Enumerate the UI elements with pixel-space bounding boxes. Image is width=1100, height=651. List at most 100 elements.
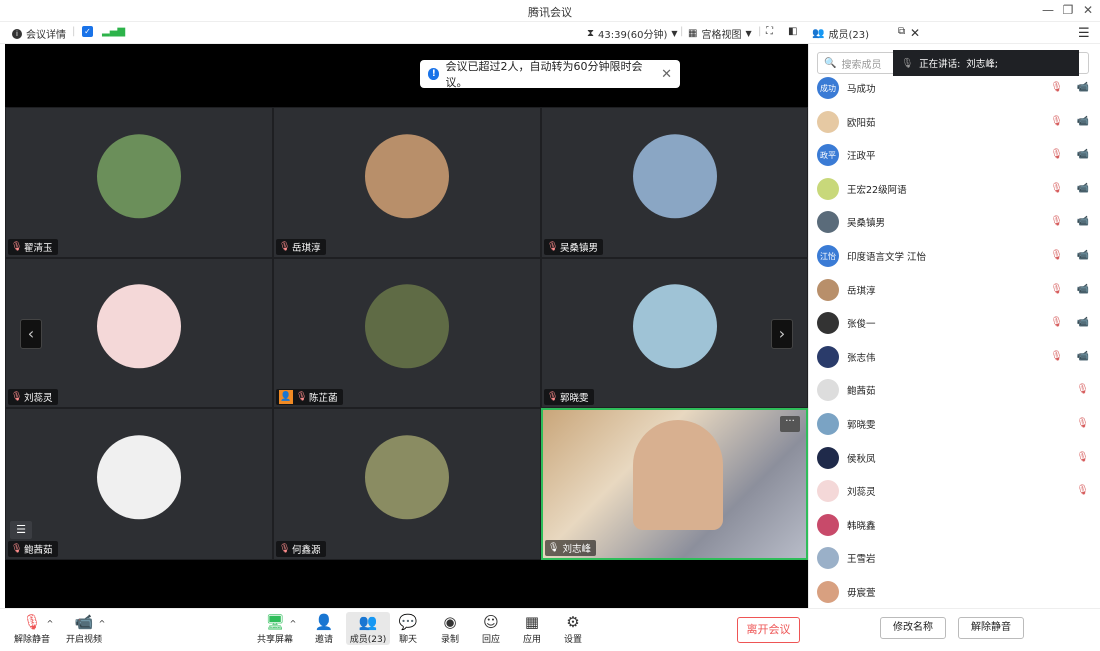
leave-meeting-button[interactable]: 离开会议: [737, 617, 800, 643]
member-name: 马成功: [847, 84, 876, 95]
share-options-chevron-icon[interactable]: ^: [287, 619, 299, 628]
member-avatar: [817, 480, 839, 503]
member-avatar: 政平: [817, 144, 839, 167]
previous-page-arrow[interactable]: ‹: [20, 319, 42, 349]
mic-muted-icon[interactable]: 🎙: [1050, 284, 1063, 295]
panel-toggle-icon[interactable]: ◧: [788, 26, 797, 37]
member-list-item[interactable]: 政平 汪政平 🎙 📹: [817, 140, 1093, 170]
unmute-all-button[interactable]: 解除静音: [958, 617, 1024, 639]
member-list-item[interactable]: 江怡 印度语言文学 江怡 🎙 📹: [817, 241, 1093, 271]
share-screen-button[interactable]: 🖥 共享屏幕: [253, 612, 297, 645]
camera-off-icon[interactable]: 📹: [1077, 149, 1089, 160]
apps-label: 应用: [522, 635, 541, 645]
member-list-item[interactable]: 鲍茜茹 🎙: [817, 375, 1093, 405]
react-button[interactable]: ☺ 回应: [469, 612, 513, 645]
active-speaker-tile[interactable]: ··· 🎙 刘志峰: [541, 408, 808, 560]
close-toast-icon[interactable]: ✕: [661, 67, 672, 82]
participant-avatar: [97, 284, 181, 369]
member-avatar: [817, 110, 839, 133]
member-list-item[interactable]: 刘蕊灵 🎙: [817, 476, 1093, 506]
fullscreen-icon[interactable]: ⛶: [766, 26, 773, 37]
timer-label: 43:39(60分钟): [598, 30, 668, 41]
record-button[interactable]: ◉ 录制: [428, 612, 472, 645]
mic-muted-icon[interactable]: 🎙: [1050, 149, 1063, 160]
apps-button[interactable]: ▦ 应用: [510, 612, 554, 645]
list-icon[interactable]: ☰: [10, 521, 32, 539]
members-panel-footer: 修改名称 解除静音: [808, 608, 1100, 651]
member-list-item[interactable]: 王宏22级阿语 🎙 📹: [817, 174, 1093, 204]
mic-muted-icon[interactable]: 🎙: [1050, 216, 1063, 227]
member-avatar: [817, 513, 839, 536]
security-shield-icon[interactable]: ✓: [82, 26, 93, 37]
video-tile[interactable]: 👤 🎙 陈芷菡: [273, 258, 541, 408]
mic-muted-icon[interactable]: 🎙: [1076, 452, 1089, 463]
menu-icon[interactable]: ☰: [1078, 26, 1090, 41]
video-options-chevron-icon[interactable]: ^: [96, 619, 108, 628]
members-button[interactable]: 👥 成员(23): [346, 612, 390, 645]
video-tile[interactable]: 🎙 吴桑镇男: [541, 107, 808, 258]
start-video-button[interactable]: 📹 开启视频: [62, 612, 106, 645]
camera-off-icon[interactable]: 📹: [1077, 82, 1089, 93]
mic-muted-icon[interactable]: 🎙: [1050, 183, 1063, 194]
member-list-item[interactable]: 张志伟 🎙 📹: [817, 342, 1093, 372]
video-tile[interactable]: 🎙 何鑫源: [273, 408, 541, 560]
audio-options-chevron-icon[interactable]: ^: [44, 619, 56, 628]
camera-off-icon[interactable]: 📹: [1077, 250, 1089, 261]
minimize-icon[interactable]: —: [1038, 3, 1058, 17]
mic-muted-icon[interactable]: 🎙: [1050, 317, 1063, 328]
reaction-icon: ☺: [483, 613, 499, 631]
more-options-icon[interactable]: ···: [780, 416, 800, 432]
settings-button[interactable]: ⚙ 设置: [551, 612, 595, 645]
rename-button[interactable]: 修改名称: [880, 617, 946, 639]
chat-button[interactable]: 💬 聊天: [386, 612, 430, 645]
mic-muted-icon[interactable]: 🎙: [1050, 82, 1063, 93]
member-avatar: [817, 379, 839, 402]
member-list-item[interactable]: 郭晓雯 🎙: [817, 409, 1093, 439]
mic-muted-icon[interactable]: 🎙: [1076, 485, 1089, 496]
member-list-item[interactable]: 毋宸萱: [817, 577, 1093, 607]
next-page-arrow[interactable]: ›: [771, 319, 793, 349]
participant-name: 岳琪淳: [292, 243, 321, 254]
members-tab[interactable]: 👥 成员(23): [812, 26, 869, 41]
mic-muted-icon: 🎙: [11, 242, 23, 252]
member-name: 岳琪淳: [847, 285, 876, 297]
member-avatar: [817, 345, 839, 368]
participant-name: 翟清玉: [24, 243, 53, 254]
video-tile[interactable]: 🎙 郭晓雯: [541, 258, 808, 408]
camera-off-icon[interactable]: 📹: [1077, 351, 1089, 362]
participant-avatar: [365, 284, 449, 369]
video-tile[interactable]: 🎙 翟清玉: [5, 107, 273, 258]
member-list-item[interactable]: 欧阳茹 🎙 📹: [817, 107, 1093, 137]
camera-off-icon[interactable]: 📹: [1077, 284, 1089, 295]
camera-off-icon[interactable]: 📹: [1077, 317, 1089, 328]
member-list-item[interactable]: 成功 马成功 🎙 📹: [817, 73, 1093, 103]
close-panel-icon[interactable]: ✕: [910, 26, 920, 40]
camera-off-icon[interactable]: 📹: [1077, 183, 1089, 194]
mic-muted-icon[interactable]: 🎙: [1050, 116, 1063, 127]
member-list-item[interactable]: 张俊一 🎙 📹: [817, 308, 1093, 338]
video-tile[interactable]: 🎙 刘蕊灵: [5, 258, 273, 408]
view-mode-button[interactable]: ▦ 宫格视图 ▼: [688, 26, 752, 41]
meeting-details-button[interactable]: i 会议详情: [12, 26, 66, 41]
mic-muted-icon[interactable]: 🎙: [1050, 250, 1063, 261]
timer-display[interactable]: ⧗ 43:39(60分钟) ▼: [587, 26, 678, 41]
invite-button[interactable]: 👤 邀请: [302, 612, 346, 645]
popout-icon[interactable]: ⧉: [898, 26, 905, 37]
member-list-item[interactable]: 王雪岩: [817, 543, 1093, 573]
title-bar: 腾讯会议 — ❐ ✕: [0, 0, 1100, 22]
close-icon[interactable]: ✕: [1078, 3, 1098, 17]
video-tile[interactable]: ☰ 🎙 鲍茜茹: [5, 408, 273, 560]
video-tile[interactable]: 🎙 岳琪淳: [273, 107, 541, 258]
member-list-item[interactable]: 吴桑镇男 🎙 📹: [817, 207, 1093, 237]
mic-muted-icon[interactable]: 🎙: [1076, 384, 1089, 395]
member-list-item[interactable]: 侯秋凤 🎙: [817, 443, 1093, 473]
mic-muted-icon[interactable]: 🎙: [1076, 418, 1089, 429]
unmute-button[interactable]: 🎙 解除静音: [10, 612, 54, 645]
member-list-item[interactable]: 岳琪淳 🎙 📹: [817, 275, 1093, 305]
mic-muted-icon[interactable]: 🎙: [1050, 351, 1063, 362]
member-list-item[interactable]: 韩晓鑫: [817, 510, 1093, 540]
restore-icon[interactable]: ❐: [1058, 3, 1078, 17]
member-avatar: 成功: [817, 77, 839, 99]
camera-off-icon[interactable]: 📹: [1077, 216, 1089, 227]
camera-off-icon[interactable]: 📹: [1077, 116, 1089, 127]
